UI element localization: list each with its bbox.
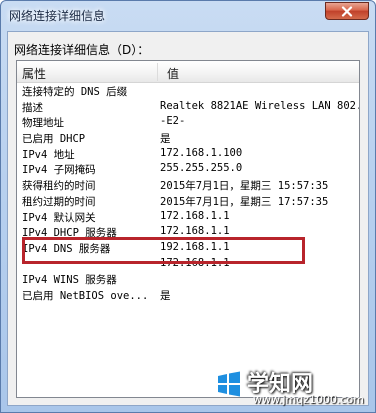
column-header-property[interactable]: 属性 bbox=[22, 65, 46, 82]
property-cell: 描述 bbox=[22, 101, 43, 114]
value-cell: 是 bbox=[160, 133, 171, 146]
details-list[interactable]: 属性 值 连接特定的 DNS 后缀 描述 Realtek 8821AE Wirele… bbox=[16, 60, 360, 398]
dialog-window: 网络连接详细信息 网络连接详细信息（D）： 属性 值 连接特定的 DNS 后缀描… bbox=[0, 0, 376, 413]
value-cell: Realtek 8821AE Wireless LAN 802.1 bbox=[160, 99, 360, 112]
property-cell: 获得租约的时间 bbox=[22, 180, 96, 193]
window-title: 网络连接详细信息 bbox=[9, 9, 106, 23]
property-cell: 租约过期的时间 bbox=[22, 195, 96, 208]
property-cell: IPv4 子网掩码 bbox=[22, 164, 96, 177]
list-rows: 连接特定的 DNS 后缀 描述 Realtek 8821AE Wireless LA… bbox=[17, 83, 359, 303]
list-item[interactable]: 已启用 DHCP 是 bbox=[17, 130, 359, 146]
list-item[interactable]: IPv4 WINS 服务器 bbox=[17, 271, 359, 287]
value-cell: 是 bbox=[160, 289, 171, 302]
column-header-value[interactable]: 值 bbox=[167, 65, 179, 82]
list-item[interactable]: 获得租约的时间 2015年7月1日，星期三 15:57:35 bbox=[17, 177, 359, 193]
value-cell: -E2- bbox=[160, 115, 186, 128]
list-item[interactable]: 连接特定的 DNS 后缀 bbox=[17, 83, 359, 99]
list-item[interactable]: IPv4 子网掩码 255.255.255.0 bbox=[17, 161, 359, 177]
list-header: 属性 值 bbox=[17, 61, 359, 83]
close-icon bbox=[341, 5, 353, 17]
property-cell: IPv4 地址 bbox=[22, 148, 75, 161]
close-button[interactable] bbox=[325, 2, 369, 20]
property-cell: IPv4 WINS 服务器 bbox=[22, 274, 117, 287]
title-bar[interactable]: 网络连接详细信息 bbox=[1, 1, 375, 31]
value-cell: 172.168.1.1 bbox=[160, 225, 230, 238]
value-cell: 255.255.255.0 bbox=[160, 162, 243, 175]
property-cell: 物理地址 bbox=[22, 117, 64, 130]
value-cell: 2015年7月1日，星期三 15:57:35 bbox=[160, 180, 329, 193]
watermark: 学知网 www.jmqz1000.com bbox=[213, 366, 373, 410]
property-cell: IPv4 默认网关 bbox=[22, 211, 96, 224]
watermark-url: www.jmqz1000.com bbox=[253, 393, 364, 406]
list-item[interactable]: 描述 Realtek 8821AE Wireless LAN 802.1 bbox=[17, 99, 359, 115]
list-item[interactable]: 物理地址 -E2- bbox=[17, 114, 359, 130]
column-divider[interactable] bbox=[157, 63, 158, 81]
list-item[interactable]: 租约过期的时间 2015年7月1日，星期三 17:57:35 bbox=[17, 193, 359, 209]
list-item[interactable]: IPv4 地址 172.168.1.100 bbox=[17, 146, 359, 162]
property-cell: 连接特定的 DNS 后缀 bbox=[22, 86, 128, 98]
highlight-box bbox=[22, 237, 305, 264]
list-item[interactable]: 已启用 NetBIOS ove... 是 bbox=[17, 287, 359, 303]
details-label: 网络连接详细信息（D）： bbox=[14, 43, 150, 57]
value-cell: 172.168.1.100 bbox=[160, 146, 243, 159]
list-item[interactable]: IPv4 默认网关 172.168.1.1 bbox=[17, 209, 359, 225]
windows-flag-icon bbox=[218, 371, 240, 397]
property-cell: 已启用 NetBIOS ove... bbox=[22, 289, 149, 302]
dialog-client-area: 网络连接详细信息（D）： 属性 值 连接特定的 DNS 后缀 描述 Realtek … bbox=[7, 31, 369, 406]
value-cell: 172.168.1.1 bbox=[160, 209, 230, 222]
value-cell: 2015年7月1日，星期三 17:57:35 bbox=[160, 195, 329, 208]
property-cell: 已启用 DHCP bbox=[22, 133, 86, 146]
